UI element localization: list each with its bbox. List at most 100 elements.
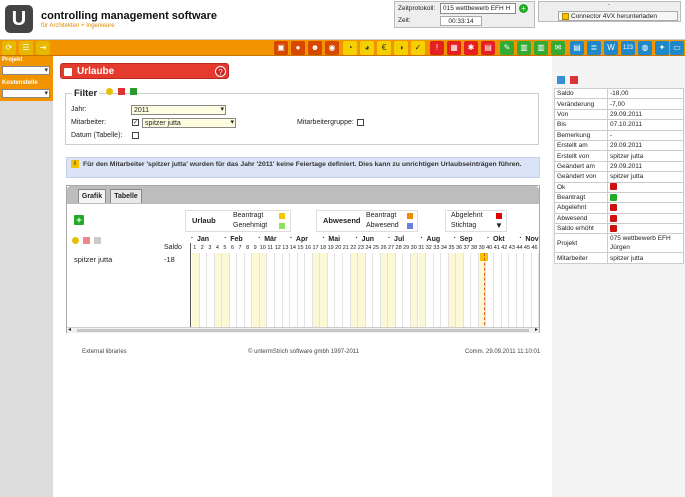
logout-icon[interactable]: ⇥: [36, 41, 50, 55]
week-column: [478, 253, 487, 330]
app-name: controlling management software: [41, 10, 218, 22]
details-row: Abwesend: [554, 212, 684, 225]
week-column: [380, 253, 389, 330]
connector-download-button[interactable]: Connector 4VX herunterladen: [558, 11, 678, 21]
info-text: Für den Mitarbeiter 'spitzer jutta' wurd…: [83, 161, 522, 168]
legend-abwesend-abwesend: Abwesend: [366, 222, 399, 229]
month-label: Aug: [426, 236, 441, 243]
bars2-icon[interactable]: ▥: [534, 41, 548, 55]
chart-icon[interactable]: ◑: [394, 41, 408, 55]
scrollbar-thumb[interactable]: [77, 329, 529, 332]
details-value: -18,00: [607, 87, 684, 100]
app-logo[interactable]: U: [5, 5, 33, 33]
w-icon[interactable]: W: [604, 41, 618, 55]
tool-icon-2[interactable]: ●: [291, 41, 305, 55]
scroll-right-icon[interactable]: ▸: [535, 327, 538, 333]
scroll-left-icon[interactable]: ◂: [68, 327, 71, 333]
list-icon[interactable]: ☰: [19, 41, 33, 55]
details-value: 29.09.2011: [607, 160, 684, 173]
edit-icon[interactable]: [557, 76, 565, 84]
main-content: Urlaube ? Filter Jahr: 2011 ▾ Mitarbeite…: [53, 56, 552, 497]
chevron-down-icon: ▾: [220, 106, 224, 113]
pie-icon[interactable]: ◕: [360, 41, 374, 55]
horizontal-scrollbar[interactable]: ◂ ▸: [67, 327, 539, 333]
details-value: spitzer jutta: [607, 150, 684, 162]
details-key: Bemerkung: [554, 129, 608, 141]
globe-icon[interactable]: ◍: [638, 41, 652, 55]
tab-tabelle[interactable]: Tabelle: [110, 189, 142, 203]
details-value: spitzer jutta: [607, 252, 684, 264]
filter-icons: [106, 88, 137, 97]
mitarbeitergruppe-checkbox[interactable]: [357, 119, 364, 126]
tool-icon-14[interactable]: ✱: [464, 41, 478, 55]
kostenstelle-select[interactable]: [2, 89, 50, 98]
week-label: 44: [516, 245, 523, 251]
app-subtitle: für Architekten + Ingenieure: [41, 23, 115, 29]
user-icon[interactable]: ☻: [308, 41, 322, 55]
week-label: 16: [304, 245, 312, 251]
chevron-down-icon: ▾: [230, 119, 234, 126]
mitarbeiter-select[interactable]: spitzer jutta ▾: [142, 118, 236, 128]
week-label: 32: [425, 245, 432, 251]
zeitprotokoll-panel: Zeitprotokoll: 015 wettbewerb EFH H + Ze…: [394, 1, 535, 28]
pdf-icon[interactable]: [82, 237, 90, 244]
calendar-icon[interactable]: ▦: [447, 41, 461, 55]
footer-external-libraries[interactable]: External libraries: [82, 349, 127, 355]
details-value: 29.09.2011: [607, 139, 684, 152]
print-icon[interactable]: [93, 237, 101, 244]
legend-stichtag: Stichtag: [451, 222, 477, 229]
week-label: 31: [418, 245, 425, 251]
excel-icon[interactable]: [129, 88, 137, 95]
week-column: [531, 253, 540, 330]
euro-icon[interactable]: €: [377, 41, 391, 55]
clock-icon[interactable]: ◔: [343, 41, 357, 55]
edit-icon[interactable]: ✎: [500, 41, 514, 55]
bars-icon[interactable]: ▥: [517, 41, 531, 55]
week-column: [395, 253, 404, 330]
week-label: 36: [455, 245, 463, 251]
datum-checkbox[interactable]: [132, 132, 139, 139]
grid-divider: [190, 243, 191, 327]
details-key: Beantragt: [554, 191, 608, 204]
monitor-icon[interactable]: ▭: [670, 41, 684, 55]
details-key: Erstellt am: [554, 139, 608, 152]
alert-icon[interactable]: !: [430, 41, 444, 55]
legend-urlaub-genehmigt: Genehmigt: [233, 222, 268, 229]
mitarbeiter-checkbox[interactable]: ✓: [132, 119, 139, 126]
list2-icon[interactable]: ≣: [587, 41, 601, 55]
month-label: Feb: [230, 236, 243, 243]
week-label: 18: [320, 245, 327, 251]
check-icon[interactable]: ✓: [411, 41, 425, 55]
user-icon[interactable]: [72, 237, 79, 244]
tab-grafik[interactable]: Grafik: [78, 189, 106, 203]
apply-filter-icon[interactable]: [106, 88, 113, 95]
week-column: [259, 253, 268, 330]
connector-status: -: [608, 2, 610, 8]
details-toolbar: [557, 76, 579, 86]
projekt-select[interactable]: [2, 66, 50, 75]
legend-urlaub-beantragt: Beantragt: [233, 212, 264, 219]
details-row: Erstellt am 29.09.2011: [554, 139, 684, 152]
help-icon[interactable]: ?: [215, 66, 226, 77]
week-label: 1: [193, 245, 197, 251]
week-column: [297, 253, 306, 330]
details-value: 07.10.2011: [607, 119, 684, 131]
week-label: 43: [508, 245, 515, 251]
add-time-icon[interactable]: +: [519, 4, 528, 13]
tool-icon-15[interactable]: ▤: [481, 41, 495, 55]
settings-icon[interactable]: ✦: [655, 41, 669, 55]
delete-icon[interactable]: [570, 76, 579, 84]
zeitprotokoll-project-select[interactable]: 015 wettbewerb EFH H: [440, 3, 516, 14]
mitarbeiter-value: spitzer jutta: [145, 120, 181, 127]
numbers-icon[interactable]: 123: [621, 41, 635, 55]
tool-icon-1[interactable]: ▣: [274, 41, 288, 55]
doc-icon[interactable]: ▤: [570, 41, 584, 55]
refresh-icon[interactable]: ⟳: [2, 41, 16, 55]
tool-icon-4[interactable]: ◉: [325, 41, 339, 55]
mail-icon[interactable]: ✉: [551, 41, 565, 55]
pdf-icon[interactable]: [117, 88, 125, 95]
jahr-select[interactable]: 2011 ▾: [131, 105, 226, 115]
vacation-grid[interactable]: [192, 253, 541, 330]
week-label: 14: [289, 245, 296, 251]
add-vacation-icon[interactable]: +: [74, 215, 84, 225]
